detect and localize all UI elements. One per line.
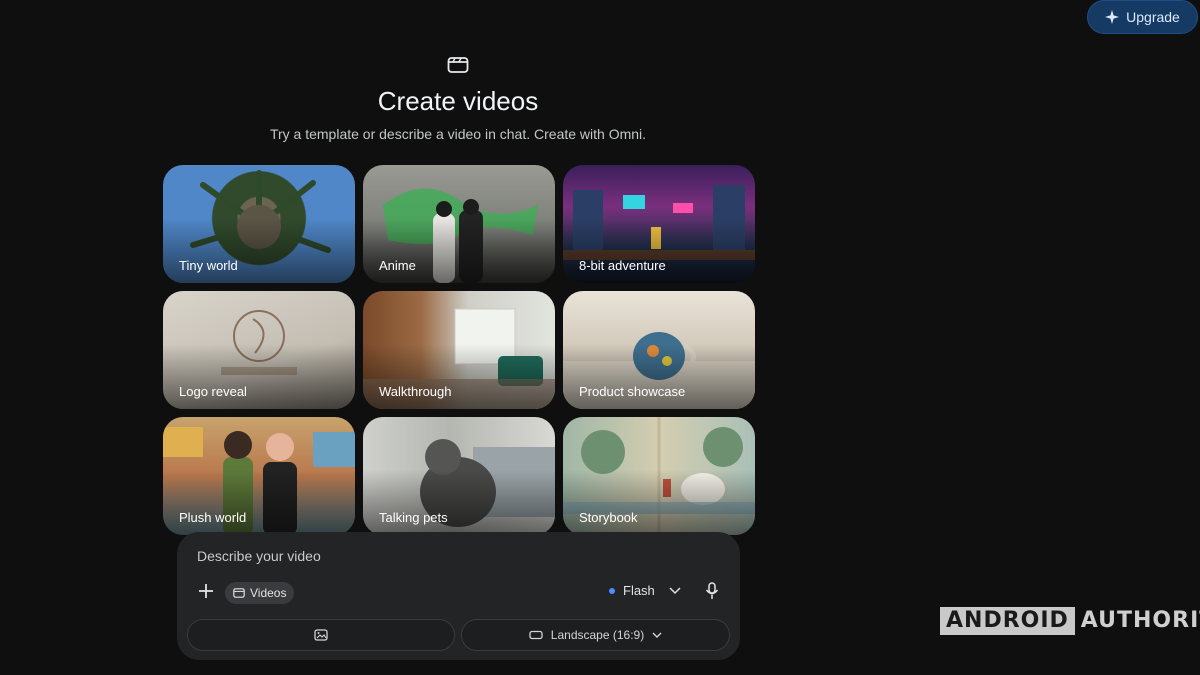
template-product-showcase[interactable]: Product showcase [563,291,755,409]
prompt-box: Describe your video Videos Flash Landsca… [177,532,740,660]
template-grid: Tiny world Anime 8-bit adventure Logo re… [163,165,755,535]
page-title: Create videos [377,86,539,116]
template-label: Anime [379,258,416,273]
video-icon [447,57,469,73]
watermark-part1: ANDROID [940,607,1075,635]
template-logo-reveal[interactable]: Logo reveal [163,291,355,409]
videos-chip[interactable]: Videos [225,582,295,604]
chip-label: Videos [250,586,287,600]
landscape-icon [529,630,543,640]
video-icon [233,588,245,598]
model-label: Flash [623,583,655,598]
template-label: Plush world [179,510,247,525]
template-storybook[interactable]: Storybook [563,417,755,535]
model-selector[interactable]: Flash [609,583,681,598]
model-status-dot [609,587,615,594]
template-walkthrough[interactable]: Walkthrough [363,291,555,409]
aspect-label: Landscape (16:9) [550,628,645,642]
template-label: Storybook [579,510,638,525]
image-add-icon [314,629,328,641]
chevron-down-icon [652,632,662,638]
prompt-input[interactable]: Describe your video [197,548,321,564]
template-anime[interactable]: Anime [363,165,555,283]
template-talking-pets[interactable]: Talking pets [363,417,555,535]
template-label: Talking pets [379,510,448,525]
template-plush-world[interactable]: Plush world [163,417,355,535]
aspect-ratio-selector[interactable]: Landscape (16:9) [461,619,730,651]
template-label: 8-bit adventure [579,258,666,273]
page-subtitle: Try a template or describe a video in ch… [269,126,647,142]
template-label: Tiny world [179,258,238,273]
template-label: Walkthrough [379,384,452,399]
template-tiny-world[interactable]: Tiny world [163,165,355,283]
create-videos-screen: Upgrade Create videos Try a template or … [0,0,1200,675]
watermark-logo: ANDROID AUTHORITY [940,607,1200,635]
template-label: Logo reveal [179,384,247,399]
chevron-down-icon [669,586,681,594]
sparkle-icon [1105,10,1120,24]
watermark-part2: AUTHORITY [1080,608,1200,633]
microphone-icon[interactable] [705,582,719,600]
upgrade-button[interactable]: Upgrade [1087,0,1198,34]
template-label: Product showcase [579,384,686,399]
upgrade-label: Upgrade [1126,9,1180,25]
template-8-bit-adventure[interactable]: 8-bit adventure [563,165,755,283]
reference-image-button[interactable] [187,619,455,651]
plus-icon[interactable] [197,582,215,600]
